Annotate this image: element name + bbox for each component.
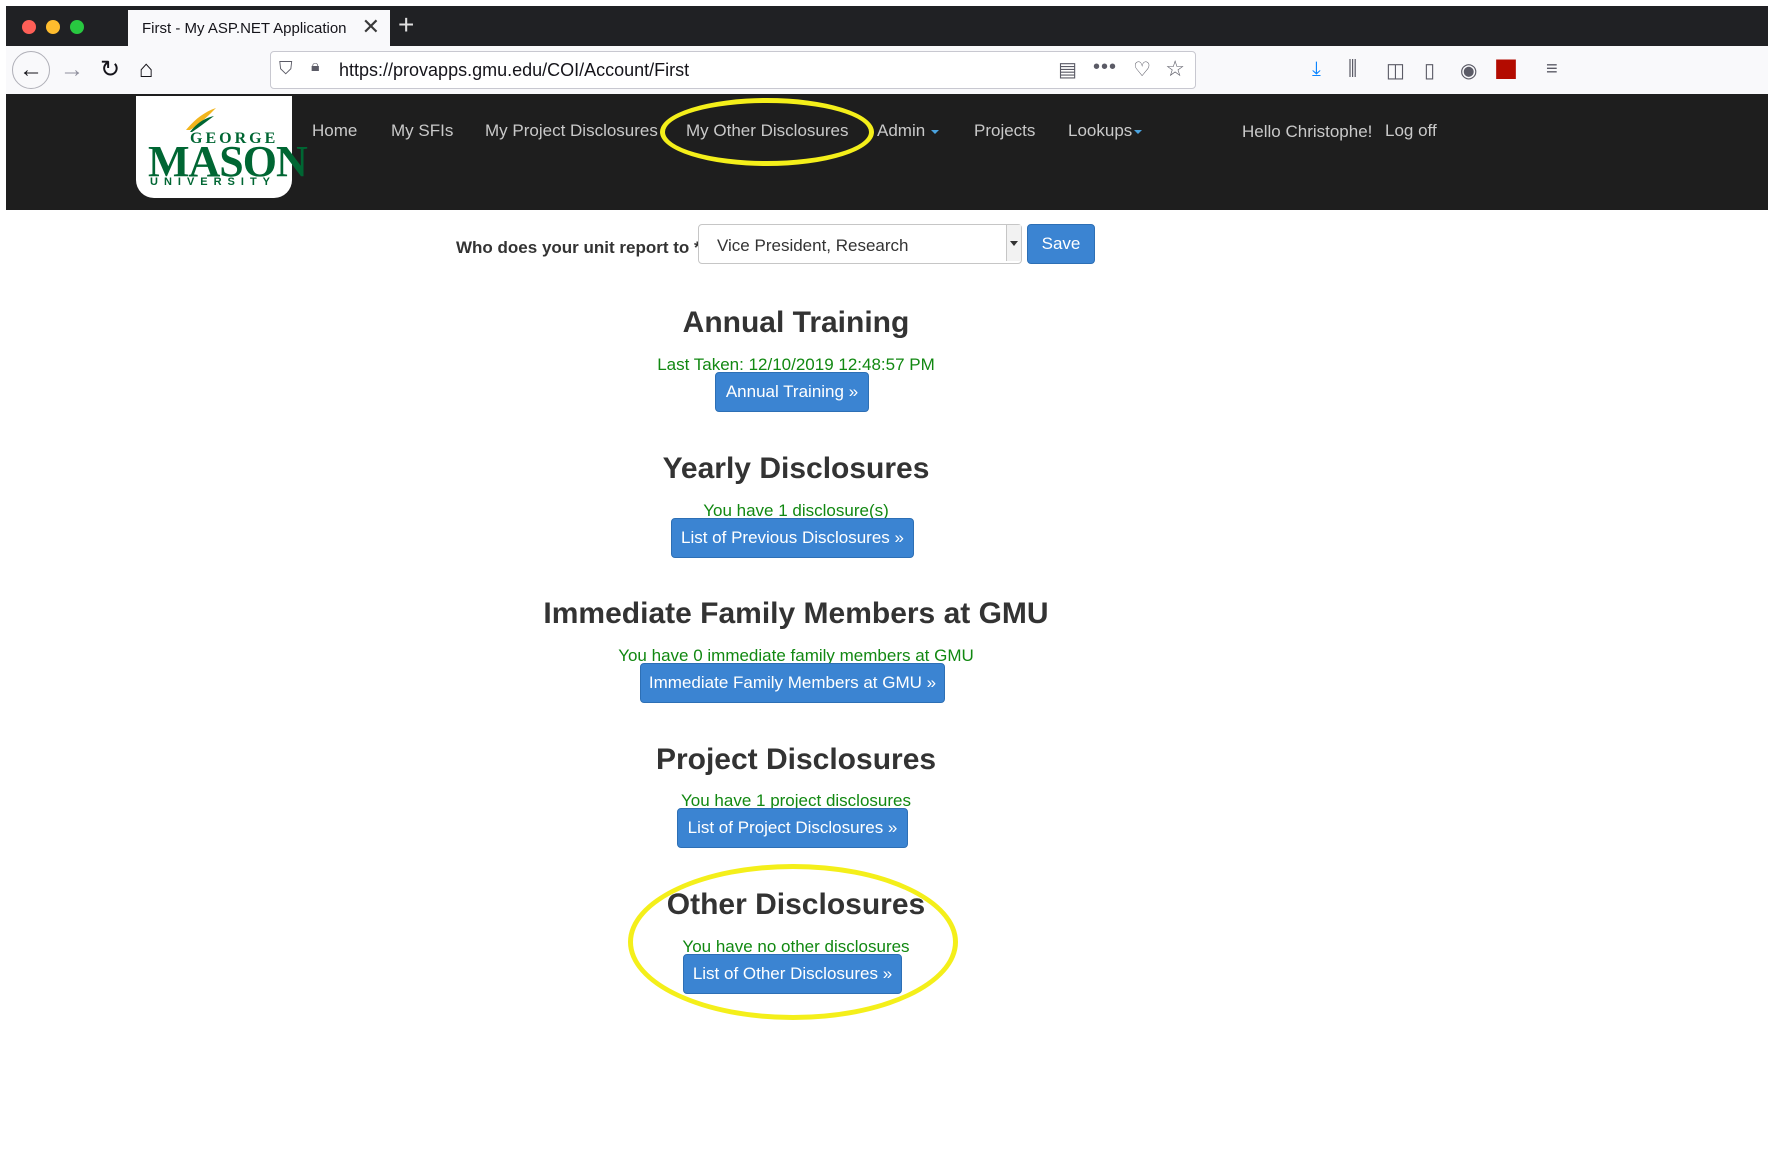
project-disclosures-button[interactable]: List of Project Disclosures » (677, 808, 908, 848)
save-button[interactable]: Save (1027, 224, 1095, 264)
new-tab-icon[interactable]: + (398, 10, 414, 40)
highlight-circle (628, 864, 958, 1020)
nav-my-project-disclosures[interactable]: My Project Disclosures (485, 121, 658, 141)
close-window-icon[interactable] (22, 20, 36, 34)
report-to-select[interactable]: Vice President, Research (698, 224, 1022, 264)
pocket-icon[interactable]: ♡ (1133, 57, 1151, 82)
url-text[interactable]: https://provapps.gmu.edu/COI/Account/Fir… (339, 60, 689, 81)
section-title: Project Disclosures (655, 743, 937, 776)
pdf-icon[interactable]: ⬛︎ (1496, 58, 1516, 81)
user-greeting[interactable]: Hello Christophe! (1242, 122, 1372, 142)
nav-admin-label: Admin (877, 121, 926, 140)
gmu-logo[interactable]: GEORGE MASON UNIVERSITY (136, 96, 308, 198)
family-members-button[interactable]: Immediate Family Members at GMU » (640, 663, 945, 703)
lock-icon[interactable]: 🔒︎ (311, 58, 320, 76)
annual-training-button[interactable]: Annual Training » (715, 372, 869, 412)
chevron-down-icon (1134, 129, 1143, 134)
bookmark-star-icon[interactable]: ☆ (1165, 56, 1185, 82)
tab-strip: First - My ASP.NET Application ✕ + (6, 6, 1768, 46)
report-to-label: Who does your unit report to *: (456, 238, 707, 257)
site-header: GEORGE MASON UNIVERSITY Home My SFIs My … (6, 94, 1768, 210)
close-tab-icon[interactable]: ✕ (362, 16, 380, 38)
browser-toolbar: ← → ↻ ⌂ ⛉ 🔒︎ https://provapps.gmu.edu/CO… (6, 46, 1768, 95)
nav-my-sfis[interactable]: My SFIs (391, 121, 453, 141)
sidebar-icon[interactable]: ◫ (1386, 58, 1405, 83)
menu-icon[interactable]: ≡ (1546, 58, 1558, 81)
leaf-icon (186, 108, 216, 132)
section-title: Immediate Family Members at GMU (543, 597, 1049, 630)
nav-projects[interactable]: Projects (974, 121, 1035, 141)
nav-log-off[interactable]: Log off (1385, 121, 1437, 141)
nav-home[interactable]: Home (312, 121, 357, 141)
forward-icon[interactable]: → (56, 54, 88, 86)
browser-window: First - My ASP.NET Application ✕ + ← → ↻… (6, 6, 1768, 1149)
nav-admin[interactable]: Admin (877, 121, 940, 141)
nav-lookups-label: Lookups (1068, 121, 1133, 140)
address-bar[interactable]: ⛉ 🔒︎ https://provapps.gmu.edu/COI/Accoun… (270, 51, 1196, 89)
tab-title: First - My ASP.NET Application (142, 20, 347, 37)
download-icon[interactable]: ⤓ (1312, 58, 1321, 81)
minimize-window-icon[interactable] (46, 20, 60, 34)
browser-tab[interactable]: First - My ASP.NET Application ✕ (128, 10, 390, 46)
previous-disclosures-button[interactable]: List of Previous Disclosures » (671, 518, 914, 558)
more-icon[interactable]: ••• (1093, 56, 1117, 79)
chevron-down-icon (931, 129, 940, 134)
logo-university: UNIVERSITY (150, 176, 277, 188)
highlight-circle (660, 98, 874, 166)
account-icon[interactable]: ◉ (1460, 58, 1477, 83)
reload-icon[interactable]: ↻ (94, 54, 126, 86)
back-icon[interactable]: ← (12, 51, 50, 89)
report-to-value: Vice President, Research (717, 236, 909, 255)
maximize-window-icon[interactable] (70, 20, 84, 34)
section-title: Yearly Disclosures (662, 452, 930, 485)
shield-icon[interactable]: ⛉ (279, 58, 293, 79)
library-icon[interactable]: ⫼ (1348, 58, 1357, 81)
document-icon[interactable]: ▯ (1424, 58, 1435, 83)
chevron-down-icon[interactable] (1006, 225, 1021, 261)
main-content: Who does your unit report to *: Vice Pre… (6, 210, 1768, 1149)
reader-view-icon[interactable]: ▤ (1058, 57, 1077, 82)
nav-lookups[interactable]: Lookups (1068, 121, 1143, 141)
section-title: Annual Training (682, 306, 910, 339)
home-icon[interactable]: ⌂ (130, 54, 162, 86)
